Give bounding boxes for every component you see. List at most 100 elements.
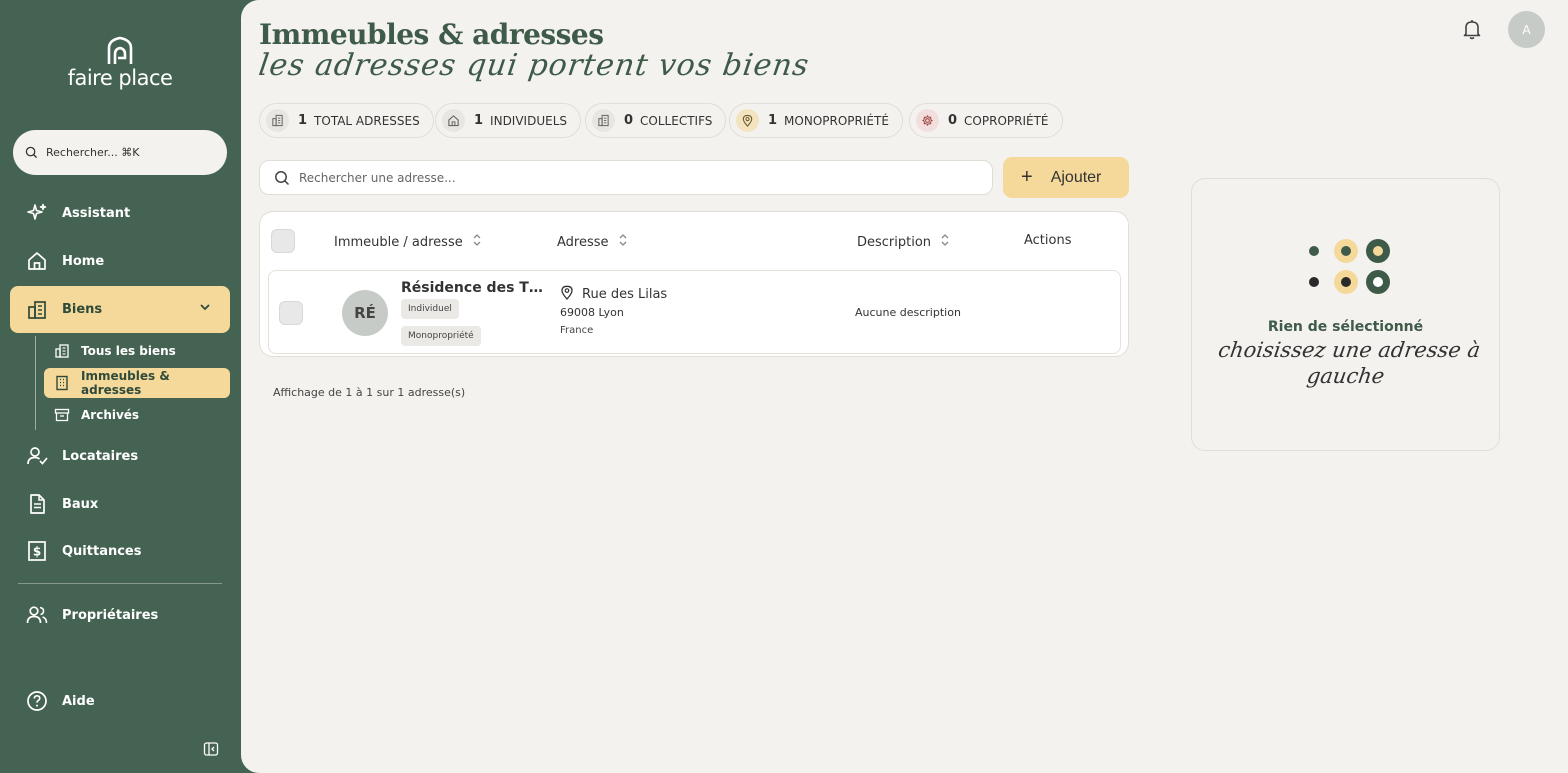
sort-icon	[472, 233, 482, 251]
sidebar-item-label: Assistant	[62, 205, 131, 221]
column-header-label: Actions	[1024, 233, 1072, 248]
stat-count: 1	[298, 113, 308, 128]
row-description: Aucune description	[855, 306, 961, 319]
search-icon	[25, 146, 38, 159]
users-icon	[26, 604, 48, 626]
select-all-checkbox[interactable]	[271, 229, 295, 253]
detail-panel: Rien de sélectionné choisissez une adres…	[1191, 178, 1500, 451]
stat-label: COPROPRIÉTÉ	[964, 113, 1049, 128]
column-header-immeuble[interactable]: Immeuble / adresse	[334, 233, 482, 251]
sidebar-item-label: Biens	[62, 302, 103, 317]
main-content: Immeubles & adresses les adresses qui po…	[241, 0, 1568, 773]
sidebar-item-label: Locataires	[62, 448, 139, 464]
sidebar-item-label: Home	[62, 253, 105, 269]
stat-count: 0	[624, 113, 634, 128]
table-row[interactable]: RÉ Résidence des Tilleuls Individuel Mon…	[268, 270, 1121, 354]
sidebar-item-biens[interactable]: Biens	[10, 286, 230, 333]
sidebar-search-placeholder: Rechercher... ⌘K	[46, 146, 140, 159]
row-name[interactable]: Résidence des Tilleuls	[401, 280, 543, 296]
row-city: 69008 Lyon	[560, 306, 624, 319]
column-header-label: Immeuble / adresse	[334, 234, 463, 250]
stat-collectifs: 0 COLLECTIFS	[585, 103, 727, 138]
buildings-icon	[54, 343, 70, 359]
addresses-table: Immeuble / adresse Adresse Description A…	[259, 211, 1129, 357]
sidebar-item-label: Baux	[62, 496, 99, 512]
help-circle-icon	[26, 690, 48, 712]
pagination-info: Affichage de 1 à 1 sur 1 adresse(s)	[273, 386, 466, 399]
column-header-label: Description	[857, 234, 932, 250]
plus-icon: +	[1021, 166, 1033, 188]
sidebar-item-locataires[interactable]: Locataires	[10, 434, 230, 478]
column-header-label: Adresse	[557, 234, 609, 250]
sidebar-subitem-label: Tous les biens	[81, 344, 176, 358]
map-pin-icon	[736, 109, 759, 132]
add-button[interactable]: + Ajouter	[1003, 157, 1129, 198]
document-icon	[26, 493, 48, 515]
sidebar-item-assistant[interactable]: Assistant	[10, 191, 230, 235]
building-icon	[266, 109, 289, 132]
detail-subtitle: choisissez une adresse à gauche	[1216, 338, 1482, 388]
sidebar-collapse-icon[interactable]	[203, 741, 219, 757]
sidebar-subitem-tous-les-biens[interactable]: Tous les biens	[44, 336, 230, 366]
bell-icon[interactable]	[1462, 18, 1482, 40]
home-icon	[26, 250, 48, 272]
sidebar-item-baux[interactable]: Baux	[10, 482, 230, 526]
address-search-input[interactable]: Rechercher une adresse...	[259, 160, 993, 195]
subnav-line	[35, 336, 36, 430]
stat-label: INDIVIDUELS	[490, 113, 567, 128]
stat-count: 1	[474, 113, 484, 128]
logo[interactable]: faire place	[60, 36, 180, 90]
sidebar-item-label: Quittances	[62, 543, 142, 559]
sidebar-search-input[interactable]: Rechercher... ⌘K	[13, 130, 227, 175]
stat-count: 1	[768, 113, 778, 128]
user-check-icon	[26, 445, 48, 467]
stat-total-adresses: 1 TOTAL ADRESSES	[259, 103, 434, 138]
column-header-description[interactable]: Description	[857, 233, 950, 251]
sidebar-item-home[interactable]: Home	[10, 239, 230, 283]
stat-label: MONOPROPRIÉTÉ	[784, 113, 889, 128]
receipt-dollar-icon: $	[26, 540, 48, 562]
gear-icon	[916, 109, 939, 132]
logo-house-icon	[107, 36, 133, 64]
building-grid-icon	[54, 375, 70, 391]
sort-icon	[940, 233, 950, 251]
svg-text:$: $	[33, 545, 41, 559]
home-icon	[442, 109, 465, 132]
row-country: France	[560, 325, 594, 336]
stat-label: TOTAL ADRESSES	[314, 113, 420, 128]
chevron-down-icon	[198, 300, 212, 318]
tag-monopropriete: Monopropriété	[401, 326, 481, 346]
map-pin-icon	[560, 285, 574, 304]
sidebar: faire place Rechercher... ⌘K Assistant H…	[0, 0, 241, 773]
sort-icon	[618, 233, 628, 251]
building-icon	[26, 299, 48, 321]
sidebar-item-label: Propriétaires	[62, 607, 159, 623]
page-title: Immeubles & adresses	[259, 18, 604, 51]
avatar[interactable]: A	[1508, 11, 1545, 48]
stat-label: COLLECTIFS	[640, 113, 713, 128]
stat-monopropriete: 1 MONOPROPRIÉTÉ	[729, 103, 903, 138]
sidebar-divider	[18, 583, 222, 584]
stat-count: 0	[948, 113, 958, 128]
row-street: Rue des Lilas	[560, 285, 667, 304]
logo-text: faire place	[67, 66, 173, 90]
empty-state-dots-icon	[1309, 239, 1390, 294]
page-subtitle: les adresses qui portent vos biens	[256, 48, 812, 83]
row-street-text: Rue des Lilas	[582, 287, 668, 302]
row-checkbox[interactable]	[279, 301, 303, 325]
column-header-actions: Actions	[1024, 233, 1072, 248]
archive-icon	[54, 407, 70, 423]
row-avatar: RÉ	[342, 290, 388, 336]
sidebar-subitem-immeubles-adresses[interactable]: Immeubles & adresses	[44, 368, 230, 398]
search-icon	[275, 170, 290, 185]
column-header-adresse[interactable]: Adresse	[557, 233, 628, 251]
sidebar-item-quittances[interactable]: $ Quittances	[10, 529, 230, 573]
add-button-label: Ajouter	[1050, 168, 1102, 186]
sidebar-subitem-archives[interactable]: Archivés	[44, 400, 230, 430]
address-search-placeholder: Rechercher une adresse...	[299, 170, 456, 185]
stat-copropriete: 0 COPROPRIÉTÉ	[909, 103, 1063, 138]
sidebar-item-aide[interactable]: Aide	[10, 679, 230, 723]
sidebar-item-label: Aide	[62, 693, 95, 709]
sidebar-item-proprietaires[interactable]: Propriétaires	[10, 593, 230, 637]
sparkle-icon	[26, 202, 48, 224]
